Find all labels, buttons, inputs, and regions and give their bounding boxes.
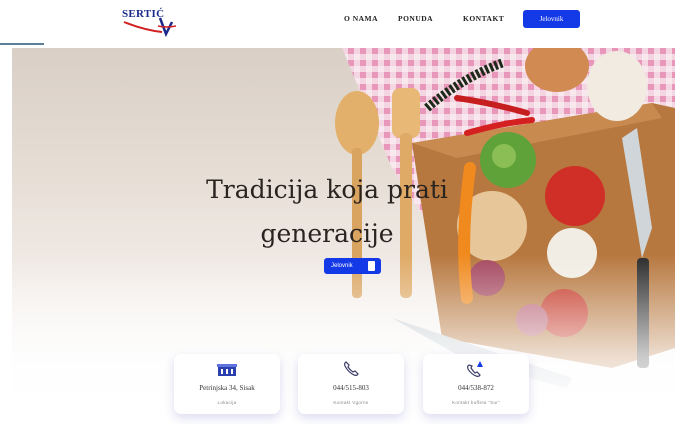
card-buffet-phone[interactable]: 044/538-872 Kontakt buffeta "Sur"	[423, 354, 529, 414]
top-navbar: SERTIĆ O NAMA PONUDA KONTAKT Jelovnik	[0, 0, 675, 44]
logo[interactable]: SERTIĆ	[122, 8, 178, 38]
building-icon	[217, 364, 237, 376]
nav-item-o-nama[interactable]: O NAMA	[344, 14, 378, 23]
card-buffet-sub: Kontakt buffeta "Sur"	[452, 400, 500, 405]
card-location-main: Petrinjska 34, Sisak	[199, 384, 255, 392]
card-location[interactable]: Petrinjska 34, Sisak Lokacija	[174, 354, 280, 414]
nav-item-kontakt[interactable]: KONTAKT	[463, 14, 504, 23]
hero-title: Tradicija koja prati generacije	[162, 168, 492, 256]
phone-icon	[344, 361, 359, 376]
card-phone-sub: Kontakt Vgorne	[333, 400, 369, 405]
logo-swoosh-icon	[123, 17, 177, 38]
hero-title-line1: Tradicija koja prati	[206, 175, 448, 204]
phone-bell-icon	[467, 361, 483, 377]
nav-jelovnik-button[interactable]: Jelovnik	[523, 10, 580, 28]
card-buffet-main: 044/538-872	[458, 384, 494, 392]
divider	[0, 43, 44, 45]
hero-jelovnik-button[interactable]: Jelovnik	[324, 258, 381, 274]
hero-button-label: Jelovnik	[331, 263, 353, 269]
hero-title-line2: generacije	[260, 219, 394, 248]
nav-item-ponuda[interactable]: PONUDA	[398, 14, 433, 23]
document-icon	[368, 261, 375, 271]
card-phone-main: 044/515-803	[333, 384, 369, 392]
card-location-sub: Lokacija	[217, 400, 237, 405]
card-phone[interactable]: 044/515-803 Kontakt Vgorne	[298, 354, 404, 414]
